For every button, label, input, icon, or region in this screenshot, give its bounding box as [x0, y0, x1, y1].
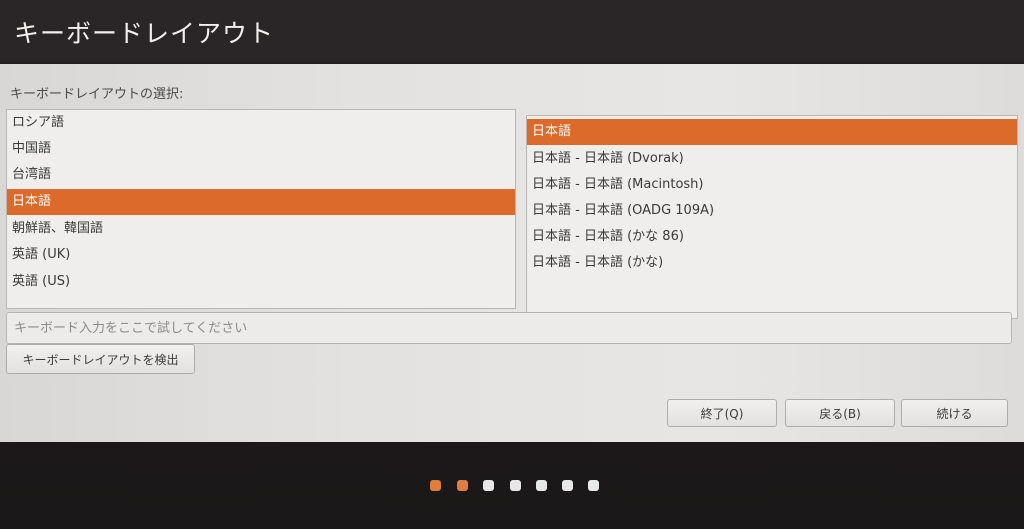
variant-list[interactable]: 日本語 日本語 - 日本語 (Dvorak) 日本語 - 日本語 (Macint…	[526, 115, 1018, 319]
variant-item[interactable]: 日本語 - 日本語 (Macintosh)	[527, 172, 1017, 198]
layout-item[interactable]: ロシア語	[7, 110, 515, 136]
variant-item-selected[interactable]: 日本語	[527, 119, 1017, 145]
progress-dot	[536, 480, 547, 491]
detect-layout-button[interactable]: キーボードレイアウトを検出	[6, 344, 195, 374]
variant-item[interactable]: 日本語 - 日本語 (Dvorak)	[527, 146, 1017, 172]
progress-dot	[510, 480, 521, 491]
window-header: キーボードレイアウト	[0, 0, 1024, 62]
layout-item[interactable]: 中国語	[7, 136, 515, 162]
layout-item[interactable]: 英語 (UK)	[7, 242, 515, 268]
installer-screen: キーボードレイアウト キーボードレイアウトの選択: ロシア語 中国語 台湾語 日…	[0, 0, 1024, 529]
variant-item[interactable]: 日本語 - 日本語 (OADG 109A)	[527, 198, 1017, 224]
layout-list[interactable]: ロシア語 中国語 台湾語 日本語 朝鮮語、韓国語 英語 (UK) 英語 (US)	[6, 109, 516, 309]
layout-prompt-label: キーボードレイアウトの選択:	[10, 87, 184, 102]
variant-item[interactable]: 日本語 - 日本語 (かな 86)	[527, 224, 1017, 250]
quit-button[interactable]: 終了(Q)	[667, 399, 777, 427]
progress-dot	[588, 480, 599, 491]
keyboard-test-input[interactable]	[6, 312, 1012, 344]
progress-dot	[483, 480, 494, 491]
layout-item[interactable]: 英語 (US)	[7, 269, 515, 295]
layout-item[interactable]: 台湾語	[7, 162, 515, 188]
content-panel: キーボードレイアウトの選択: ロシア語 中国語 台湾語 日本語 朝鮮語、韓国語 …	[0, 64, 1024, 442]
progress-dot	[430, 480, 441, 491]
layout-item-selected[interactable]: 日本語	[7, 189, 515, 215]
progress-dot	[562, 480, 573, 491]
window-title: キーボードレイアウト	[14, 19, 275, 48]
layout-item[interactable]: 朝鮮語、韓国語	[7, 216, 515, 242]
back-button[interactable]: 戻る(B)	[785, 399, 895, 427]
variant-item[interactable]: 日本語 - 日本語 (かな)	[527, 250, 1017, 276]
progress-dot	[457, 480, 468, 491]
continue-button[interactable]: 続ける	[901, 399, 1008, 427]
